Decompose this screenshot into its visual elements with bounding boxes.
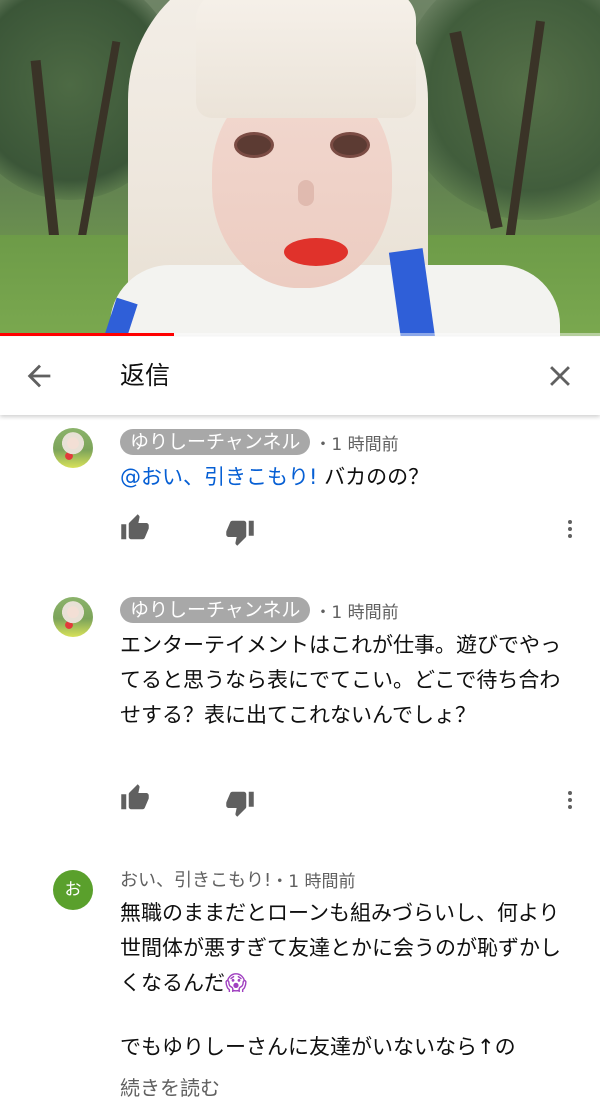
comment-meta: ゆりしーチャンネル ・1 時間前	[120, 428, 399, 456]
comment-text: @おい、引きこもり! バカのの？	[120, 460, 580, 494]
author-chip[interactable]: ゆりしーチャンネル	[120, 597, 311, 623]
comment-meta: ゆりしーチャンネル ・1 時間前	[120, 596, 399, 624]
video-progress-fill	[0, 333, 174, 336]
comment-text-line: でもゆりしーさんに友達がいないなら↑の	[120, 1035, 516, 1059]
thumbs-up-icon[interactable]	[120, 513, 150, 543]
comment-text: 無職のままだとローンも組みづらいし、何より世間体が悪すぎて友達とかに会うのが恥ず…	[120, 896, 580, 1001]
arrow-left-icon[interactable]	[22, 359, 56, 393]
comment-text: エンターテイメントはこれが仕事。遊びでやってると思うなら表にでてこい。どこで待ち…	[120, 633, 561, 727]
comment-text-line: 無職のままだとローンも組みづらいし、何より世間体が悪すぎて友達とかに会うのが恥ず…	[120, 901, 561, 995]
more-vertical-icon[interactable]	[558, 514, 582, 544]
more-vertical-icon[interactable]	[558, 785, 582, 815]
author-name[interactable]: おい、引きこもり!	[120, 866, 271, 892]
comment-text-rest: バカのの？	[317, 465, 430, 489]
video-frame-nose	[298, 180, 314, 206]
video-progress-bar[interactable]	[0, 333, 600, 336]
comment-item: ゆりしーチャンネル ・1 時間前 エンターテイメントはこれが仕事。遊びでやってる…	[0, 590, 600, 830]
video-frame-lips	[284, 238, 348, 266]
thumbs-down-icon[interactable]	[225, 788, 255, 818]
comment-time: ・1 時間前	[314, 434, 399, 455]
replies-header: 返信	[0, 337, 600, 415]
avatar[interactable]	[53, 428, 93, 468]
mention-link[interactable]: @おい、引きこもり!	[120, 465, 317, 489]
avatar[interactable]: お	[53, 870, 93, 910]
close-icon[interactable]	[543, 359, 577, 393]
thumbs-up-icon[interactable]	[120, 783, 150, 813]
comment-time: ・1 時間前	[314, 602, 399, 623]
thumbs-down-icon[interactable]	[225, 517, 255, 547]
video-frame-eye	[330, 132, 370, 158]
comment-meta: おい、引きこもり! ・1 時間前	[120, 865, 355, 893]
avatar[interactable]	[53, 597, 93, 637]
page-title: 返信	[120, 361, 171, 390]
video-frame-eye	[234, 132, 274, 158]
video-frame-tree	[400, 0, 600, 220]
author-chip[interactable]: ゆりしーチャンネル	[120, 429, 311, 455]
read-more-link[interactable]: 続きを読む	[120, 1072, 220, 1101]
video-player[interactable]	[0, 0, 600, 336]
video-frame-bangs	[196, 0, 416, 118]
comment-item: ゆりしーチャンネル ・1 時間前 @おい、引きこもり! バカのの？	[0, 420, 600, 570]
scream-emoji-icon: 😱	[225, 971, 247, 995]
comment-item: お おい、引きこもり! ・1 時間前 無職のままだとローンも組みづらいし、何より…	[0, 862, 600, 1116]
comment-time: ・1 時間前	[271, 871, 356, 892]
